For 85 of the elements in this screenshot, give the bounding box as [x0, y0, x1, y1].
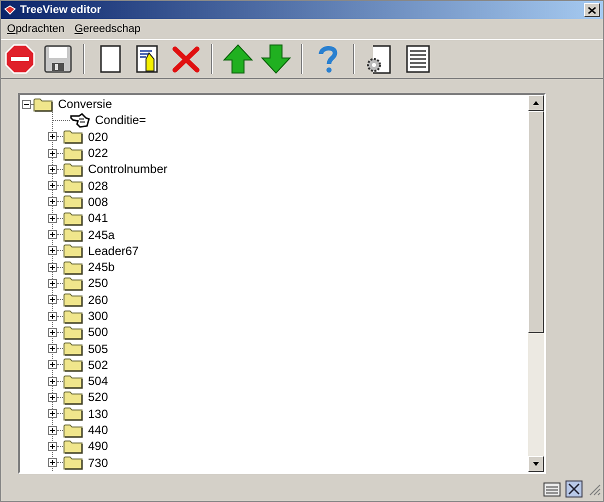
- size-grip-icon[interactable]: [587, 482, 601, 496]
- tree-item[interactable]: Leader67: [88, 244, 139, 258]
- stop-button[interactable]: [3, 42, 37, 76]
- expand-button[interactable]: [48, 458, 57, 468]
- folder-icon: [63, 324, 83, 340]
- folder-icon: [63, 374, 83, 389]
- move-up-button[interactable]: [221, 42, 255, 76]
- expand-button[interactable]: [48, 262, 57, 272]
- tree-item[interactable]: 300: [88, 309, 108, 323]
- tree-item[interactable]: Conditie=: [95, 113, 146, 128]
- folder-icon: [63, 406, 83, 422]
- folder-icon: [63, 390, 83, 405]
- window-title: TreeView editor: [20, 4, 102, 16]
- stop-sign-icon: [4, 43, 36, 75]
- expand-button[interactable]: [48, 278, 57, 288]
- folder-icon: [63, 455, 83, 470]
- tree-item[interactable]: 041: [88, 211, 108, 226]
- expand-button[interactable]: [48, 148, 57, 158]
- folder-icon: [63, 357, 83, 372]
- collapse-button[interactable]: [22, 100, 31, 109]
- folder-icon: [63, 178, 83, 194]
- menu-item[interactable]: Opdrachten: [7, 23, 64, 35]
- folder-icon: [63, 227, 83, 242]
- expand-button[interactable]: [48, 214, 57, 223]
- tree-item[interactable]: 500: [88, 325, 108, 340]
- move-down-button[interactable]: [259, 42, 293, 76]
- folder-icon: [63, 194, 83, 210]
- expand-button[interactable]: [48, 360, 57, 370]
- tree-item[interactable]: Controlnumber: [88, 162, 168, 176]
- expand-button[interactable]: [48, 426, 57, 435]
- expand-button[interactable]: [48, 197, 57, 206]
- folder-icon: [63, 210, 83, 226]
- scroll-thumb[interactable]: [528, 111, 544, 333]
- tree-item[interactable]: 130: [88, 406, 108, 421]
- folder-icon: [63, 162, 83, 177]
- pointing-hand-icon: [70, 112, 90, 128]
- expand-button[interactable]: [48, 312, 57, 320]
- folder-icon: [33, 96, 53, 112]
- tree-item[interactable]: 440: [88, 423, 108, 438]
- expand-button[interactable]: [48, 392, 57, 402]
- tree-item[interactable]: 245b: [88, 260, 115, 274]
- scroll-up-button[interactable]: [528, 95, 544, 111]
- expand-button[interactable]: [48, 344, 57, 354]
- expand-button[interactable]: [48, 442, 57, 451]
- folder-icon: [63, 292, 83, 308]
- folder-icon: [63, 260, 83, 275]
- tree-item[interactable]: 022: [88, 146, 108, 160]
- tree-item[interactable]: 028: [88, 178, 108, 193]
- tree-item[interactable]: 020: [88, 130, 108, 144]
- scroll-down-button[interactable]: [528, 456, 544, 472]
- expand-button[interactable]: [48, 181, 57, 190]
- folder-icon: [63, 146, 83, 161]
- down-arrow-icon: [260, 43, 292, 75]
- scrollbar[interactable]: [528, 95, 544, 472]
- tree-item[interactable]: 260: [88, 292, 108, 307]
- folder-icon: [63, 276, 83, 291]
- tree-item[interactable]: 505: [88, 342, 108, 356]
- up-arrow-icon: [222, 43, 254, 75]
- expand-button[interactable]: [48, 132, 57, 142]
- expand-button[interactable]: [48, 295, 57, 304]
- folder-icon: [63, 341, 83, 356]
- tree-item[interactable]: 245a: [88, 228, 115, 242]
- menu-item[interactable]: Gereedschap: [74, 23, 141, 35]
- tree-item[interactable]: 730: [88, 456, 108, 470]
- close-button[interactable]: [584, 3, 600, 17]
- tree-item[interactable]: Conversie: [58, 97, 112, 112]
- tree-item[interactable]: 502: [88, 358, 108, 372]
- tree-item[interactable]: 250: [88, 276, 108, 290]
- expand-button[interactable]: [48, 246, 57, 256]
- folder-icon: [63, 129, 83, 144]
- expand-button[interactable]: [48, 164, 57, 174]
- expand-button[interactable]: [48, 328, 57, 337]
- tree-item[interactable]: 008: [88, 194, 108, 209]
- folder-icon: [63, 308, 83, 324]
- folder-icon: [63, 422, 83, 438]
- folder-icon: [63, 438, 83, 454]
- folder-icon: [63, 243, 83, 258]
- app-icon: [4, 5, 16, 15]
- expand-button[interactable]: [48, 409, 57, 418]
- expand-button[interactable]: [48, 230, 57, 240]
- close-icon: [588, 6, 596, 14]
- expand-button[interactable]: [48, 376, 57, 386]
- tree-item[interactable]: 520: [88, 390, 108, 404]
- tree-item[interactable]: 490: [88, 439, 108, 454]
- tree-item[interactable]: 504: [88, 374, 108, 388]
